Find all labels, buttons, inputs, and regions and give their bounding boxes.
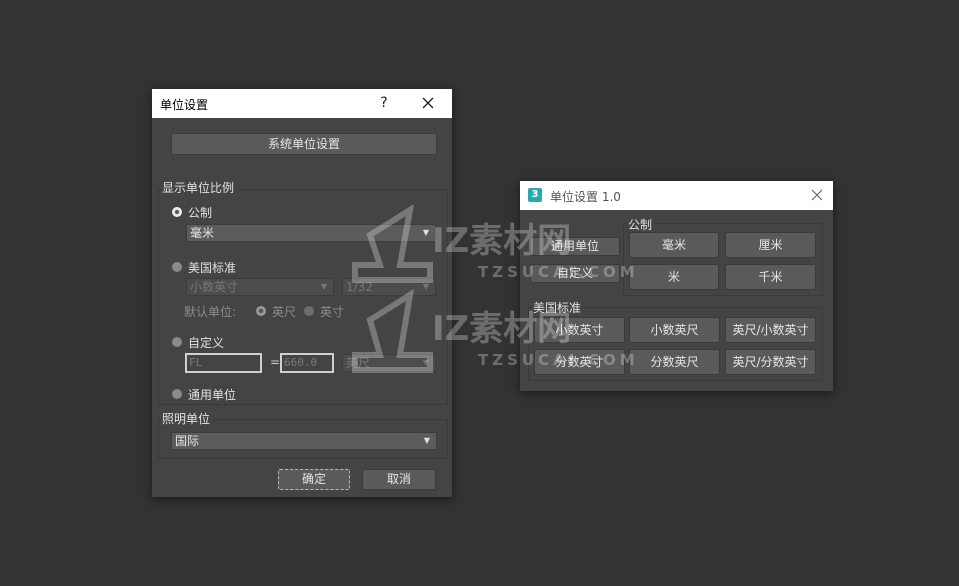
close-icon[interactable] [418,93,438,113]
default-inches-label: 英寸 [320,305,345,319]
units-setup-dialog: 单位设置 ? 系统单位设置 显示单位比例 公制 毫米 ▼ 美国标准 小数英寸 ▼… [152,89,452,497]
metric-label: 公制 [188,206,213,220]
lighting-units-value: 国际 [175,434,200,448]
ok-button[interactable]: 确定 [278,469,350,490]
dialog-title: 单位设置 1.0 [550,190,621,204]
dialog-title: 单位设置 [160,98,209,112]
us-fraction-dropdown[interactable]: 1/32 ▼ [342,278,436,296]
feet-decimal-inches-button[interactable]: 英尺/小数英寸 [725,317,816,343]
metric-radio[interactable] [172,207,182,217]
custom-equals-label: = [270,355,281,369]
metric-group-label: 公制 [628,216,656,233]
metric-unit-value: 毫米 [190,226,215,240]
default-feet-radio[interactable] [256,306,266,316]
us-standard-label: 美国标准 [188,261,237,275]
default-units-label: 默认单位: [184,305,237,319]
generic-units-button[interactable]: 通用单位 [530,237,620,256]
us-unit-dropdown[interactable]: 小数英寸 ▼ [186,278,334,296]
chevron-down-icon: ▼ [423,436,430,445]
chevron-down-icon: ▼ [320,282,327,291]
feet-fractional-inches-button[interactable]: 英尺/分数英寸 [725,349,816,375]
cancel-button[interactable]: 取消 [362,469,436,490]
help-button[interactable]: ? [374,93,394,113]
chevron-down-icon: ▼ [422,228,429,237]
custom-button[interactable]: 自定义 [530,264,620,283]
fractional-inches-button[interactable]: 分数英寸 [534,349,625,375]
millimeter-button[interactable]: 毫米 [629,232,719,258]
dialog-titlebar[interactable]: 3 单位设置 1.0 [520,181,833,210]
kilometer-button[interactable]: 千米 [725,264,816,290]
meter-button[interactable]: 米 [629,264,719,290]
app-3dsmax-icon: 3 [528,188,542,202]
default-feet-label: 英尺 [272,305,297,319]
generic-units-radio[interactable] [172,389,182,399]
decimal-inches-button[interactable]: 小数英寸 [534,317,625,343]
metric-unit-dropdown[interactable]: 毫米 ▼ [186,224,436,242]
us-standard-group-label: 美国标准 [533,299,585,316]
dialog-titlebar[interactable]: 单位设置 ? [152,89,452,118]
custom-radio[interactable] [172,337,182,347]
lighting-units-label: 照明单位 [162,410,215,427]
display-unit-scale-label: 显示单位比例 [162,179,239,196]
close-icon[interactable] [810,188,824,202]
fractional-feet-button[interactable]: 分数英尺 [629,349,720,375]
custom-name-field[interactable]: FL [185,353,262,373]
chevron-down-icon: ▼ [422,358,429,367]
custom-amount-field[interactable]: 660.0 [280,353,334,373]
chevron-down-icon: ▼ [422,282,429,291]
generic-units-label: 通用单位 [188,388,237,402]
lighting-units-dropdown[interactable]: 国际 ▼ [171,432,437,450]
custom-unit-dropdown[interactable]: 英尺 ▼ [342,354,436,372]
system-unit-setup-button[interactable]: 系统单位设置 [171,133,437,155]
us-standard-radio[interactable] [172,262,182,272]
default-inches-radio[interactable] [304,306,314,316]
units-setup-script-dialog: 3 单位设置 1.0 通用单位 自定义 公制 毫米 厘米 米 千米 美国标准 小… [520,181,833,391]
decimal-feet-button[interactable]: 小数英尺 [629,317,720,343]
us-fraction-value: 1/32 [346,280,373,294]
us-unit-value: 小数英寸 [190,280,239,294]
custom-unit-value: 英尺 [346,356,371,370]
custom-label: 自定义 [188,336,225,350]
centimeter-button[interactable]: 厘米 [725,232,816,258]
